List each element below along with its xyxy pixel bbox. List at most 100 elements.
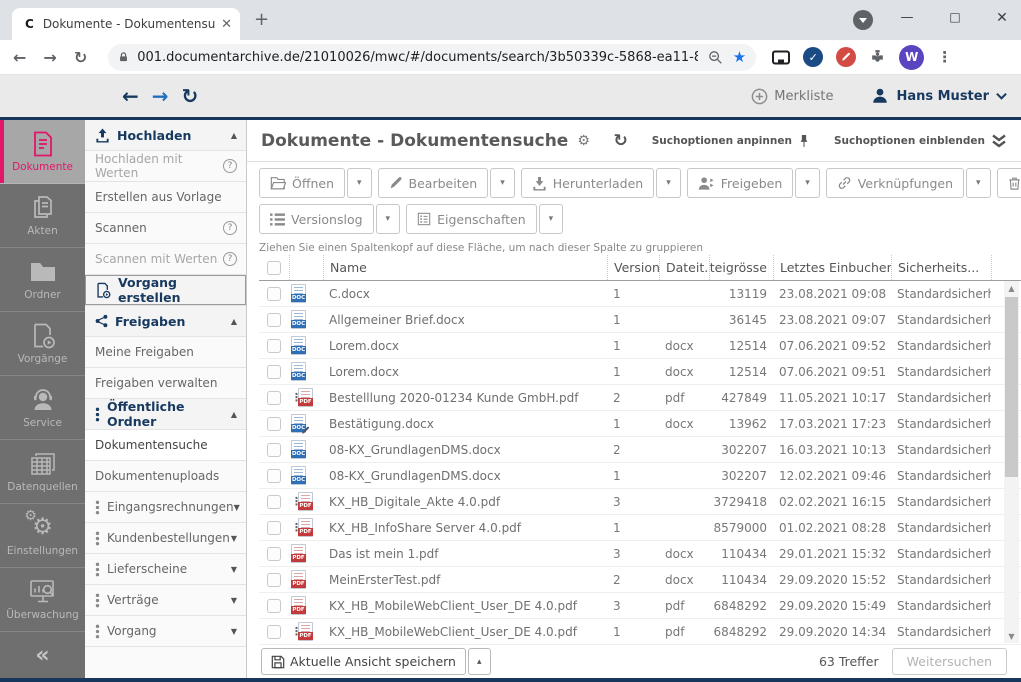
table-row[interactable]: DOC C.docx 1 13119 23.08.2021 09:08 Standards… <box>259 281 1021 307</box>
row-checkbox[interactable] <box>267 390 281 405</box>
save-view-dropdown-icon[interactable]: ▴ <box>467 648 491 675</box>
table-row[interactable]: PDF Das ist mein 1.pdf 3 docx 110434 29.01.20… <box>259 541 1021 567</box>
zoom-out-icon[interactable] <box>708 50 723 65</box>
versionslog-dropdown-icon[interactable]: ▾ <box>375 204 401 234</box>
table-row[interactable]: ⋮ PDF KX_HB_InfoShare Server 4.0.pdf 1 85790… <box>259 515 1021 541</box>
sidebar-item-datenquellen[interactable]: Datenquellen <box>0 440 85 504</box>
check-extension-icon[interactable]: ✓ <box>803 47 824 67</box>
col-header-name[interactable]: Name <box>323 255 607 280</box>
menu-item-freigaben-verwalten[interactable]: Freigaben verwalten <box>85 368 246 399</box>
versionslog-button[interactable]: Versionslog <box>259 204 374 234</box>
row-checkbox[interactable] <box>267 624 281 639</box>
help-icon[interactable]: ? <box>223 221 237 235</box>
document-name[interactable]: Das ist mein 1.pdf <box>323 541 607 566</box>
sidebar-item-ordner[interactable]: Ordner <box>0 248 85 312</box>
row-checkbox[interactable] <box>267 416 281 431</box>
collapse-up-icon[interactable]: ▲ <box>231 410 237 419</box>
row-checkbox[interactable] <box>267 286 281 301</box>
collapse-down-icon[interactable]: ▼ <box>231 534 237 543</box>
vertical-scrollbar[interactable]: ▲ ▼ <box>1004 281 1019 643</box>
row-checkbox[interactable] <box>267 546 281 561</box>
save-view-button[interactable]: Aktuelle Ansicht speichern <box>261 648 466 675</box>
menu-item-dokumentenuploads[interactable]: Dokumentenuploads <box>85 461 246 492</box>
row-checkbox[interactable] <box>267 312 281 327</box>
eigenschaften-button[interactable]: Eigenschaften <box>406 204 537 234</box>
window-minimize-button[interactable]: — <box>896 10 918 25</box>
menu-item-scannen-mit-werten[interactable]: Scannen mit Werten? <box>85 244 246 275</box>
collapse-down-icon[interactable]: ▼ <box>231 627 237 636</box>
menu-item-scannen[interactable]: Scannen? <box>85 213 246 244</box>
document-name[interactable]: KX_HB_InfoShare Server 4.0.pdf <box>323 515 607 540</box>
scrollbar-thumb[interactable] <box>1005 297 1018 477</box>
refresh-results-icon[interactable]: ↻ <box>613 131 627 151</box>
verknupfungen-dropdown-icon[interactable]: ▾ <box>966 168 991 198</box>
document-name[interactable]: 08-KX_GrundlagenDMS.docx <box>323 437 607 462</box>
select-all-checkbox[interactable] <box>267 260 281 275</box>
menu-item-vorgang[interactable]: Vorgang ▼ <box>85 616 246 647</box>
app-reload-icon[interactable]: ↻ <box>182 84 199 108</box>
menu-item-erstellen-aus-vorlage[interactable]: Erstellen aus Vorlage <box>85 182 246 213</box>
show-search-options-button[interactable]: Suchoptionen einblenden <box>834 134 1007 148</box>
collapse-down-icon[interactable]: ▼ <box>231 596 237 605</box>
scroll-up-icon[interactable]: ▲ <box>1004 281 1019 295</box>
verknupfungen-button[interactable]: Verknüpfungen <box>825 168 965 198</box>
tab-close-icon[interactable]: ✕ <box>221 17 232 32</box>
menu-item-freigaben[interactable]: Freigaben ▲ <box>85 306 246 337</box>
menu-item-lieferscheine[interactable]: Lieferscheine ▼ <box>85 554 246 585</box>
window-maximize-button[interactable]: □ <box>944 10 966 24</box>
browser-menu-icon[interactable]: ⋮ <box>937 48 952 66</box>
continue-search-button[interactable]: Weitersuchen <box>891 648 1007 675</box>
profile-avatar[interactable]: W <box>899 44 925 70</box>
document-name[interactable]: C.docx <box>323 281 607 306</box>
collapse-down-icon[interactable]: ▼ <box>231 565 237 574</box>
document-name[interactable]: KX_HB_Digitale_Akte 4.0.pdf <box>323 489 607 514</box>
col-header-checkin[interactable]: Letztes Einbuchen <box>773 255 891 280</box>
document-name[interactable]: Allgemeiner Brief.docx <box>323 307 607 332</box>
freigeben-dropdown-icon[interactable]: ▾ <box>795 168 820 198</box>
menu-item-kundenbestellungen[interactable]: Kundenbestellungen ▼ <box>85 523 246 554</box>
col-header-filetype[interactable]: Dateit... <box>659 255 709 280</box>
offnen-button[interactable]: Öffnen <box>259 168 345 198</box>
table-row[interactable]: ⋮ PDF KX_HB_Digitale_Akte 4.0.pdf 3 3729418 0… <box>259 489 1021 515</box>
table-row[interactable]: DOC 08-KX_GrundlagenDMS.docx 1 302207 12.02.… <box>259 463 1021 489</box>
row-checkbox[interactable] <box>267 572 281 587</box>
row-checkbox[interactable] <box>267 338 281 353</box>
sidebar-item-einstellungen[interactable]: ⚙ ⚙ Einstellungen <box>0 504 85 568</box>
browser-reload-icon[interactable]: ↻ <box>74 48 87 67</box>
window-close-button[interactable]: ✕ <box>991 10 1013 26</box>
address-bar[interactable]: 001.documentarchive.de/21010026/mwc/#/do… <box>108 43 757 71</box>
bearbeiten-button[interactable]: Bearbeiten <box>377 168 489 198</box>
document-name[interactable]: MeinErsterTest.pdf <box>323 567 607 592</box>
sidebar-item-vorgange[interactable]: Vorgänge <box>0 312 85 376</box>
row-checkbox[interactable] <box>267 520 281 535</box>
user-menu[interactable]: Hans Muster <box>871 87 1007 105</box>
browser-forward-icon[interactable]: → <box>43 48 56 67</box>
document-name[interactable]: 08-KX_GrundlagenDMS.docx <box>323 463 607 488</box>
help-icon[interactable]: ? <box>223 159 237 173</box>
col-header-filesize[interactable]: Dateigrösse <box>709 255 773 280</box>
sidebar-item-dokumente[interactable]: Dokumente <box>0 120 85 184</box>
menu-item-vertrage[interactable]: Verträge ▼ <box>85 585 246 616</box>
table-row[interactable]: DOC Allgemeiner Brief.docx 1 36145 23.08.202… <box>259 307 1021 333</box>
herunterladen-button[interactable]: Herunterladen <box>520 168 655 198</box>
table-row[interactable]: DOC Bestätigung.docx 1 docx 13962 17.03.2021 … <box>259 411 1021 437</box>
row-checkbox[interactable] <box>267 598 281 613</box>
menu-item-vorgang-erstellen[interactable]: Vorgang erstellen <box>85 275 246 306</box>
scroll-down-icon[interactable]: ▼ <box>1004 629 1019 643</box>
sidebar-item-akten[interactable]: Akten <box>0 184 85 248</box>
document-name[interactable]: Bestelllung 2020-01234 Kunde GmbH.pdf <box>323 385 607 410</box>
cast-icon[interactable] <box>772 50 791 65</box>
col-header-security[interactable]: Sicherheits... <box>891 255 991 280</box>
document-name[interactable]: Bestätigung.docx <box>323 411 607 436</box>
col-header-version[interactable]: Version <box>607 255 659 280</box>
menu-item-hochladen-mit-werten[interactable]: Hochladen mit Werten? <box>85 151 246 182</box>
menu-item-offentliche-ordner[interactable]: Öffentliche Ordner ▲ <box>85 399 246 430</box>
sidebar-item-service[interactable]: Service <box>0 376 85 440</box>
row-checkbox[interactable] <box>267 494 281 509</box>
app-back-icon[interactable]: ← <box>122 84 139 108</box>
collapse-down-icon[interactable]: ▼ <box>234 503 240 512</box>
sidebar-collapse-button[interactable]: « <box>0 632 85 678</box>
pin-search-options-button[interactable]: Suchoptionen anpinnen <box>652 134 810 148</box>
table-row[interactable]: DOC 08-KX_GrundlagenDMS.docx 2 302207 16.03.… <box>259 437 1021 463</box>
document-name[interactable]: Lorem.docx <box>323 333 607 358</box>
